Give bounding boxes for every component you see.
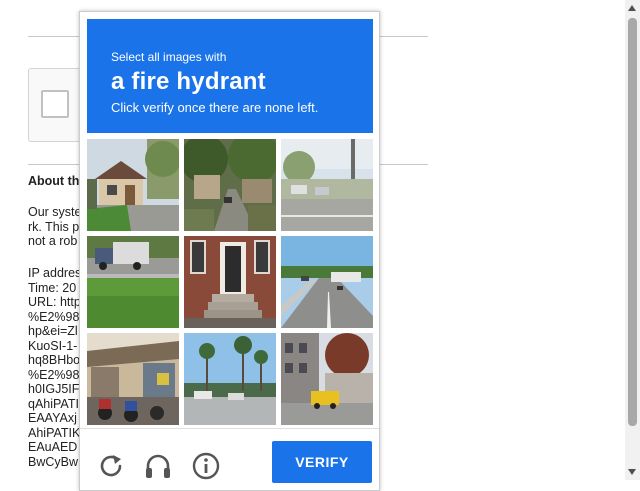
recaptcha-checkbox[interactable]	[41, 90, 69, 118]
about-heading: About th	[28, 174, 80, 188]
image-tile-highway-cars[interactable]	[281, 236, 373, 328]
image-tile-yellow-taxi[interactable]	[281, 333, 373, 425]
image-tile-palm-trees[interactable]	[184, 333, 276, 425]
reload-icon[interactable]	[96, 451, 126, 481]
scroll-thumb[interactable]	[628, 18, 637, 426]
instruction-subtext: Click verify once there are none left.	[111, 100, 319, 115]
image-tile-house-driveway[interactable]	[87, 139, 179, 231]
challenge-header: Select all images with a fire hydrant Cl…	[87, 19, 373, 133]
scroll-down-arrow-icon[interactable]	[628, 469, 636, 475]
audio-challenge-icon[interactable]	[143, 451, 173, 481]
captcha-challenge-dialog: Select all images with a fire hydrant Cl…	[79, 11, 380, 491]
scroll-up-arrow-icon[interactable]	[628, 5, 636, 11]
image-tile-road-parking[interactable]	[281, 139, 373, 231]
image-grid	[87, 139, 373, 425]
image-tile-brick-building[interactable]	[184, 236, 276, 328]
info-icon[interactable]	[191, 451, 221, 481]
challenge-footer: VERIFY	[80, 428, 379, 491]
image-tile-narrow-street[interactable]	[184, 139, 276, 231]
instruction-text: Select all images with	[111, 50, 227, 64]
image-tile-street-market[interactable]	[87, 333, 179, 425]
verify-button[interactable]: VERIFY	[272, 441, 372, 483]
page-scrollbar[interactable]	[625, 0, 640, 480]
target-object: a fire hydrant	[111, 68, 266, 95]
image-tile-truck-highway[interactable]	[87, 236, 179, 328]
